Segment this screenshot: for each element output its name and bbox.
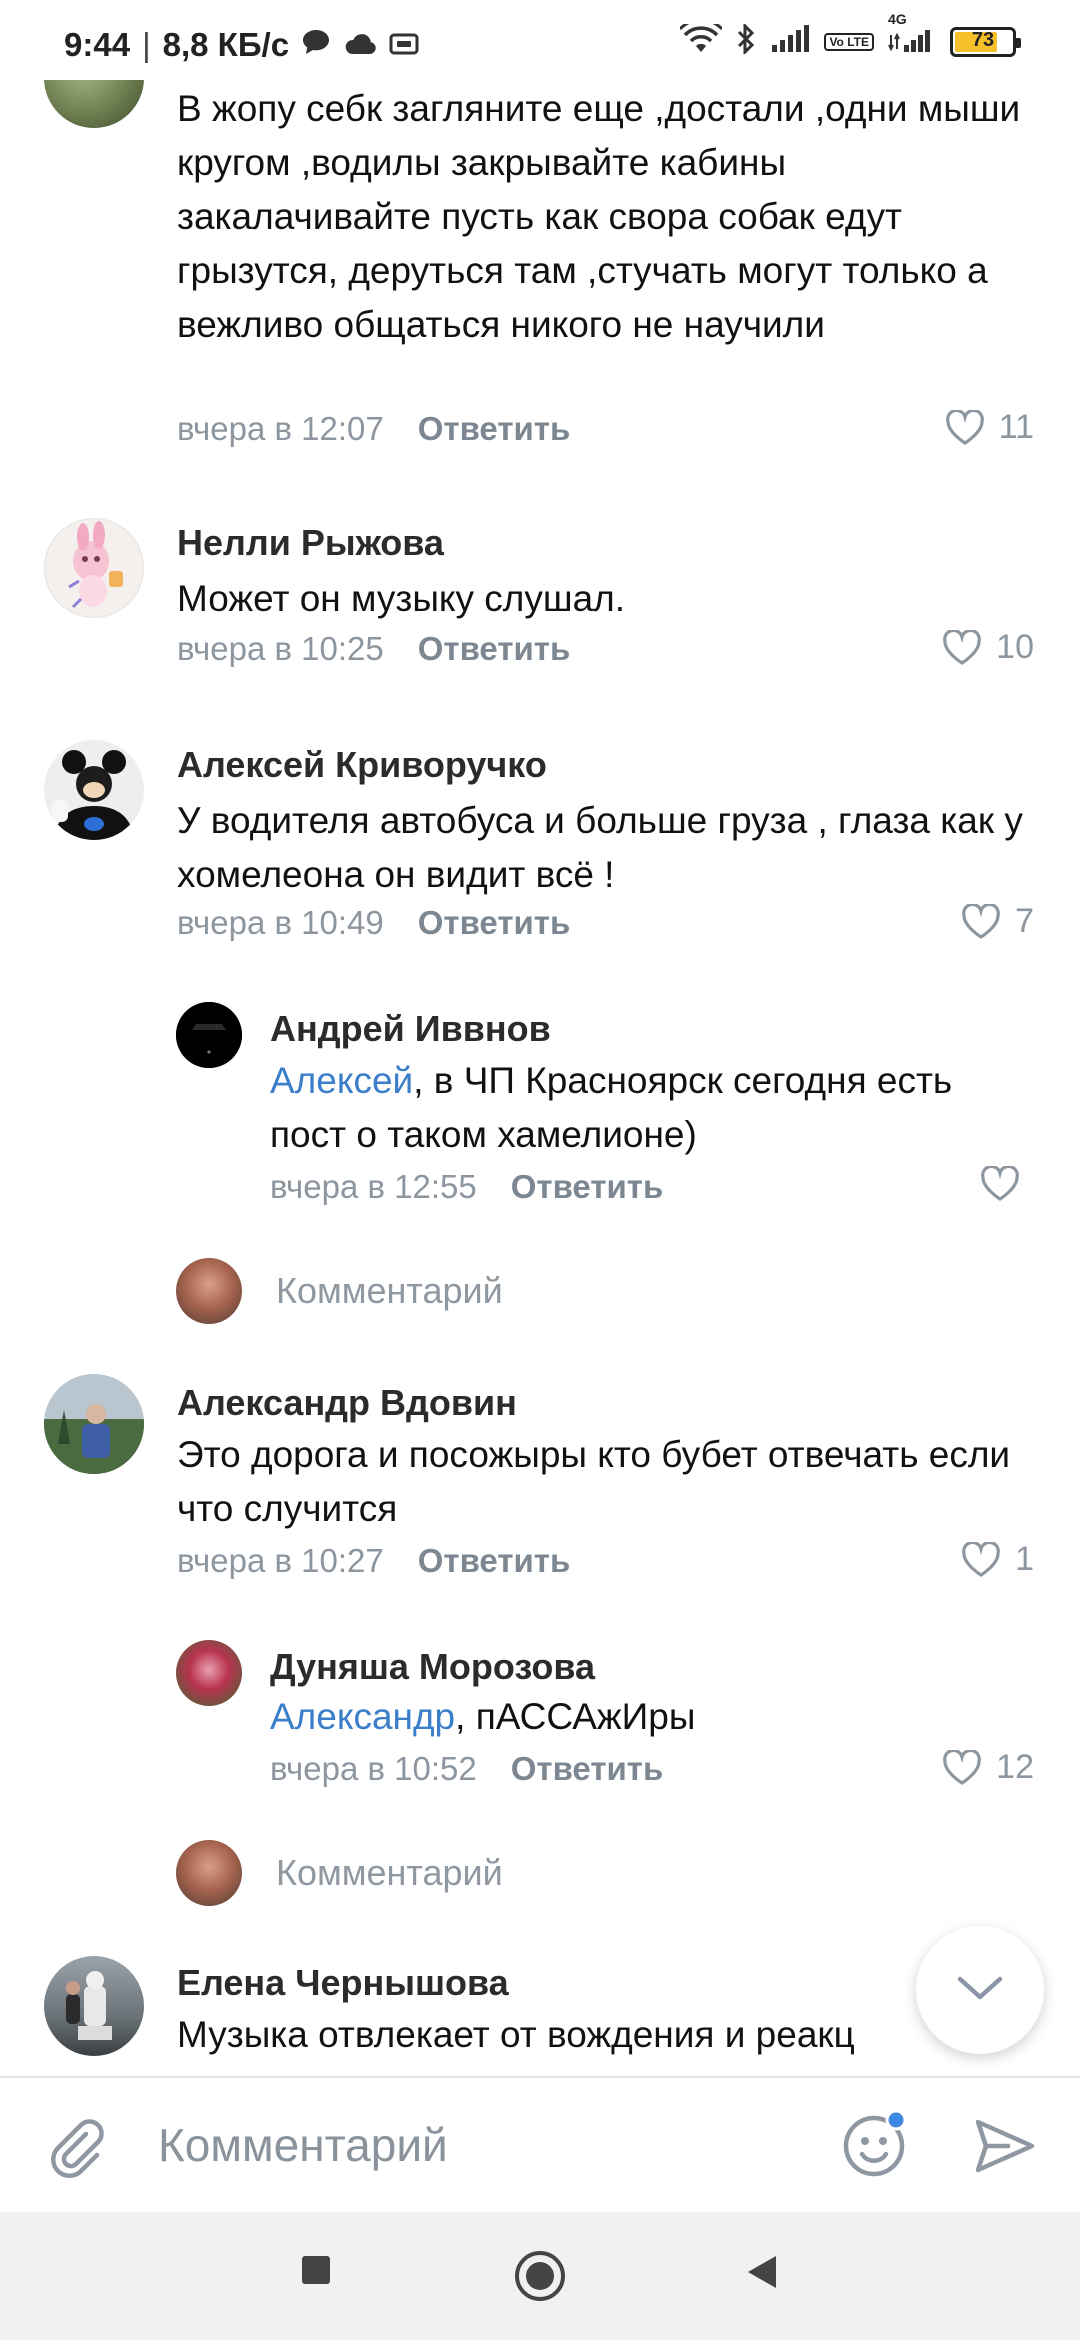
wifi-icon [679,18,724,59]
avatar-image [68,521,123,609]
comment-compose-bar: Комментарий [0,2076,1080,2214]
comment-author[interactable]: Александр Вдовин [177,1382,517,1424]
like-count: 7 [1015,902,1034,940]
avatar[interactable] [44,1374,144,1474]
back-button-icon[interactable] [744,2254,778,2295]
comment-meta: вчера в 10:27 Ответить [177,1542,570,1580]
comment-meta: вчера в 12:07 Ответить [177,410,570,448]
network-label: 4G [888,11,907,27]
reply-author[interactable]: Дуняша Морозова [270,1646,595,1688]
heart-icon [942,1749,982,1786]
send-icon[interactable] [972,2114,1036,2183]
avatar[interactable] [44,740,144,840]
volte-icon: Vo LTE [824,32,874,51]
reply-meta: вчера в 12:55 Ответить [270,1168,663,1206]
status-speed: 8,8 КБ/с [162,26,290,63]
avatar[interactable] [44,1956,144,2056]
comment-text: У водителя автобуса и больше груза , гла… [177,800,1023,895]
like-count: 1 [1015,1540,1034,1578]
avatar-image [44,740,144,840]
comment-input[interactable]: Комментарий [158,2118,448,2172]
reply-meta: вчера в 10:52 Ответить [270,1750,663,1788]
bluetooth-icon [736,22,756,59]
heart-icon [942,629,982,666]
comment-time: вчера в 10:25 [177,630,384,667]
reply-time: вчера в 10:52 [270,1750,477,1787]
signal-icon [770,25,810,58]
heart-icon [945,409,985,446]
my-avatar [176,1258,242,1324]
reply-text: Алексей, в ЧП Красноярск сегодня есть по… [270,1054,990,1162]
heart-icon [961,1541,1001,1578]
reply-button[interactable]: Ответить [511,1750,664,1788]
like-button[interactable]: 1 [961,1540,1034,1579]
write-reply-row[interactable]: Комментарий [176,1258,503,1324]
like-count: 11 [998,408,1034,446]
scroll-down-button[interactable] [916,1926,1044,2054]
reply-button[interactable]: Ответить [418,904,571,942]
status-left: 9:44 | 8,8 КБ/с [64,26,419,64]
avatar-image [44,1374,144,1474]
avatar-image [66,1971,112,2040]
status-right: Vo LTE 4G 73 [679,11,1021,59]
battery-icon: 73 [950,26,1021,57]
reply-button[interactable]: Ответить [418,630,571,668]
like-count: 10 [996,628,1034,666]
comment-text: Может он музыку слушал. [177,578,626,619]
reply-button[interactable]: Ответить [418,410,571,448]
chat-icon [301,26,331,64]
recents-button-icon[interactable] [300,2254,332,2291]
system-navigation-bar [0,2212,1080,2340]
reply-text: Александр, пАССАжИры [270,1690,990,1744]
cloud-icon [343,26,377,64]
heart-icon [961,903,1001,940]
write-reply-placeholder[interactable]: Комментарий [276,1852,503,1894]
avatar[interactable] [44,518,144,618]
chevron-down-icon [955,1973,1005,2008]
comment-author[interactable]: Нелли Рыжова [177,522,444,564]
heart-icon [980,1166,1020,1202]
reply-time: вчера в 12:55 [270,1168,477,1205]
comment-time: вчера в 10:27 [177,1542,384,1579]
like-button[interactable]: 11 [945,408,1034,447]
comment-author[interactable]: Елена Чернышова [177,1962,509,2004]
comment-time: вчера в 12:07 [177,410,384,447]
my-avatar [176,1840,242,1906]
like-button[interactable]: 10 [942,628,1034,667]
battery-level: 73 [971,28,995,51]
comment-author[interactable]: Алексей Криворучко [177,744,547,786]
status-time: 9:44 [64,26,131,63]
reply-button[interactable]: Ответить [418,1542,571,1580]
emoji-icon[interactable] [840,2108,912,2185]
comment-text: Это дорога и посожыры кто бубет отвечать… [177,1434,1011,1529]
mention-link[interactable]: Александр [270,1696,455,1737]
write-reply-placeholder[interactable]: Комментарий [276,1270,503,1312]
like-button[interactable]: 12 [942,1748,1034,1787]
mention-link[interactable]: Алексей [270,1060,413,1101]
status-separator: | [142,26,151,63]
reply-text-content: , пАССАжИры [455,1696,696,1737]
reply-avatar[interactable] [176,1640,242,1706]
home-button-icon[interactable] [512,2248,568,2309]
reply-author[interactable]: Андрей Иввнов [270,1008,551,1050]
signal-4g-icon: 4G [888,11,936,58]
write-reply-row[interactable]: Комментарий [176,1840,503,1906]
like-button[interactable]: 7 [961,902,1034,941]
status-bar: 9:44 | 8,8 КБ/с Vo LTE 4G 73 [0,0,1080,80]
like-button[interactable] [980,1166,1034,1202]
avatar-image [176,1002,242,1068]
comment-time: вчера в 10:49 [177,904,384,941]
comment-meta: вчера в 10:25 Ответить [177,630,570,668]
comment-meta: вчера в 10:49 Ответить [177,904,570,942]
reply-avatar[interactable] [176,1002,242,1068]
like-count: 12 [996,1748,1034,1786]
reply-button[interactable]: Ответить [511,1168,664,1206]
comment-text: Музыка отвлекает от вождения и реакц [177,2014,855,2055]
comment-text: В жопу себк загляните еще ,достали ,одни… [177,88,1021,345]
attach-icon[interactable] [44,2114,108,2183]
box-icon [389,26,419,64]
